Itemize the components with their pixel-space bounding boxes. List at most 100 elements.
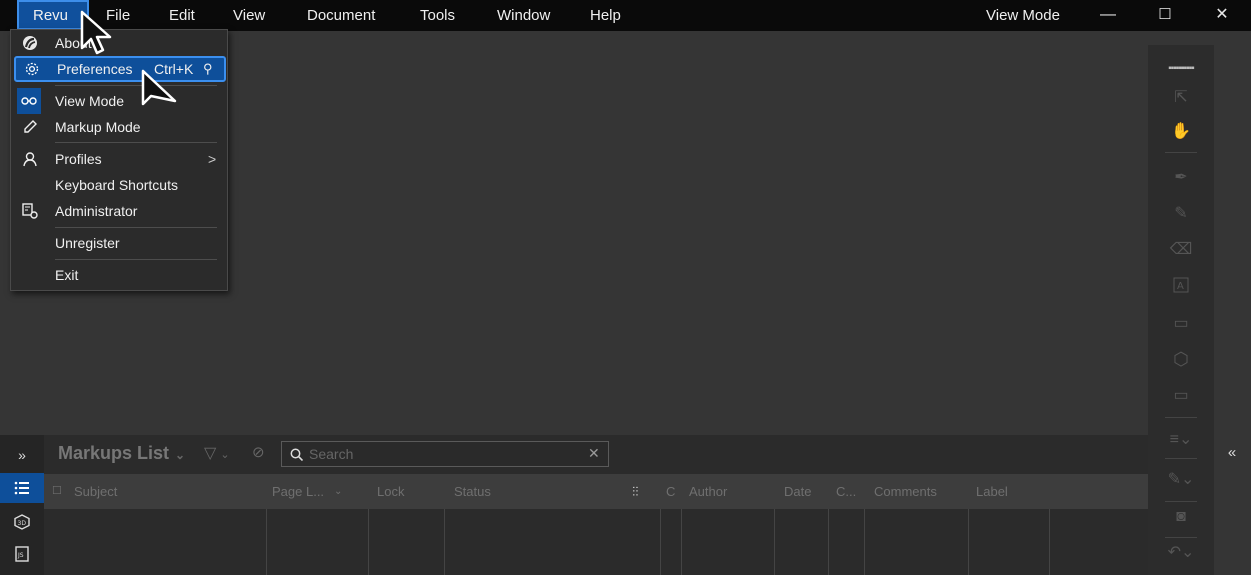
menu-separator: [55, 259, 217, 260]
3d-icon: 3D: [14, 514, 30, 530]
markups-list-tab[interactable]: [0, 473, 44, 503]
pen-tool-icon[interactable]: ✒: [1148, 167, 1214, 187]
column-c2[interactable]: C...: [836, 474, 856, 509]
menu-item-preferences[interactable]: Preferences Ctrl+K ⚲: [14, 56, 226, 82]
pan-tool-icon[interactable]: ✋: [1148, 121, 1214, 141]
select-tool-icon[interactable]: ⇱: [1148, 87, 1214, 107]
column-lock[interactable]: Lock: [377, 474, 404, 509]
chevron-down-icon: ⌄: [334, 486, 343, 497]
menu-separator: [55, 85, 217, 86]
undo-icon[interactable]: ↶⌄: [1148, 542, 1214, 562]
eraser-tool-icon[interactable]: ⌫: [1148, 239, 1214, 259]
column-date[interactable]: Date: [784, 474, 811, 509]
toolbar-grip-icon[interactable]: ▪▪▪▪▪▪▪▪▪▪: [1148, 63, 1214, 74]
text-box-tool-icon[interactable]: A: [1148, 277, 1214, 296]
maximize-button[interactable]: ☐: [1145, 0, 1185, 30]
toolbar-separator: [1165, 537, 1197, 538]
menu-item-exit[interactable]: Exit: [11, 262, 227, 288]
column-comments[interactable]: Comments: [874, 474, 937, 509]
revu-logo-icon: [19, 30, 41, 56]
close-button[interactable]: ✕: [1202, 0, 1242, 30]
select-all-checkbox[interactable]: ☐: [52, 474, 62, 509]
column-divider: [266, 509, 267, 575]
view-mode-label[interactable]: View Mode: [986, 0, 1060, 30]
tool-chest-toolbar: ▪▪▪▪▪▪▪▪▪▪ ⇱ ✋ ✒ ✎ ⌫ A ▭ ⬡ ▭ ≡⌄ ✎⌄ ◙ ↶⌄: [1148, 45, 1214, 575]
menu-help[interactable]: Help: [590, 0, 621, 30]
column-author[interactable]: Author: [689, 474, 727, 509]
profiles-label: Profiles: [55, 151, 102, 167]
menu-revu[interactable]: Revu: [17, 0, 89, 30]
js-icon: JS: [15, 546, 29, 562]
column-divider: [444, 509, 445, 575]
markup-mode-label: Markup Mode: [55, 119, 141, 135]
search-placeholder: Search: [309, 446, 354, 462]
gear-icon: [21, 56, 43, 82]
markups-table-header: ☐ Subject Page L... ⌄ Lock Status ⫶⫶ C A…: [44, 474, 1148, 509]
column-divider: [774, 509, 775, 575]
js-tab[interactable]: JS: [0, 539, 44, 569]
highlighter-tool-icon[interactable]: ✎: [1148, 203, 1214, 223]
menu-tools[interactable]: Tools: [420, 0, 455, 30]
column-divider: [968, 509, 969, 575]
arrow-callout-tool-icon[interactable]: ▭: [1148, 385, 1214, 405]
menu-separator: [55, 227, 217, 228]
profile-icon: [19, 146, 41, 172]
column-status[interactable]: Status: [454, 474, 491, 509]
filter-icon[interactable]: ▽ ⌄: [204, 443, 230, 463]
administrator-label: Administrator: [55, 203, 138, 219]
line-style-icon[interactable]: ≡⌄: [1148, 429, 1214, 449]
menu-item-view-mode[interactable]: View Mode: [11, 88, 227, 114]
column-page-label[interactable]: Page L...: [272, 474, 324, 509]
minimize-button[interactable]: —: [1088, 0, 1128, 30]
menu-separator: [55, 142, 217, 143]
view-mode-label: View Mode: [55, 93, 125, 109]
collapse-panel-button[interactable]: «: [1220, 444, 1244, 464]
menu-item-unregister[interactable]: Unregister: [11, 230, 227, 256]
column-label[interactable]: Label: [976, 474, 1008, 509]
keyboard-shortcuts-label: Keyboard Shortcuts: [55, 177, 178, 193]
exit-label: Exit: [55, 267, 79, 283]
column-settings-icon[interactable]: ⫶⫶: [632, 474, 639, 509]
unregister-label: Unregister: [55, 235, 120, 251]
3d-tab[interactable]: 3D: [0, 507, 44, 537]
markups-list-title[interactable]: Markups List ⌄: [58, 443, 185, 464]
column-divider: [1049, 509, 1050, 575]
chevron-down-icon: ⌄: [175, 448, 186, 462]
column-divider: [828, 509, 829, 575]
menu-item-profiles[interactable]: Profiles >: [11, 146, 227, 172]
preferences-label: Preferences: [57, 61, 133, 77]
column-subject[interactable]: Subject: [74, 474, 117, 509]
expand-panels-button[interactable]: »: [0, 440, 44, 470]
menu-view[interactable]: View: [233, 0, 265, 30]
pencil-icon: [19, 114, 41, 140]
color-picker-icon[interactable]: ✎⌄: [1148, 469, 1214, 489]
administrator-icon: [19, 198, 41, 224]
markups-panel: Markups List ⌄ ▽ ⌄ ⊘ Search ✕ ☐ Subject Pa…: [44, 435, 1148, 575]
polygon-tool-icon[interactable]: ⬡: [1148, 349, 1214, 370]
menu-item-keyboard-shortcuts[interactable]: Keyboard Shortcuts: [11, 172, 227, 198]
callout-tool-icon[interactable]: ▭: [1148, 313, 1214, 333]
menu-window[interactable]: Window: [497, 0, 550, 30]
glasses-icon: [17, 88, 41, 114]
toolbar-separator: [1165, 417, 1197, 418]
menu-edit[interactable]: Edit: [169, 0, 195, 30]
toolbar-separator: [1165, 501, 1197, 502]
menu-item-about[interactable]: About: [11, 30, 227, 56]
clear-search-icon[interactable]: ✕: [588, 445, 600, 462]
menu-item-administrator[interactable]: Administrator: [11, 198, 227, 224]
visibility-off-icon[interactable]: ⊘: [252, 443, 265, 461]
mouse-cursor-icon: [80, 10, 112, 55]
menu-item-markup-mode[interactable]: Markup Mode: [11, 114, 227, 140]
svg-text:JS: JS: [17, 552, 24, 559]
column-divider: [368, 509, 369, 575]
column-divider: [681, 509, 682, 575]
mouse-cursor-icon: [141, 69, 177, 106]
menu-document[interactable]: Document: [307, 0, 375, 30]
snapshot-icon[interactable]: ◙: [1148, 508, 1214, 526]
menu-bar: Revu File Edit View Document Tools Windo…: [0, 0, 1251, 31]
pin-icon[interactable]: ⚲: [203, 56, 213, 82]
search-field[interactable]: Search ✕: [281, 441, 609, 467]
svg-text:A: A: [1177, 281, 1184, 292]
column-c[interactable]: C: [666, 474, 675, 509]
column-divider: [660, 509, 661, 575]
